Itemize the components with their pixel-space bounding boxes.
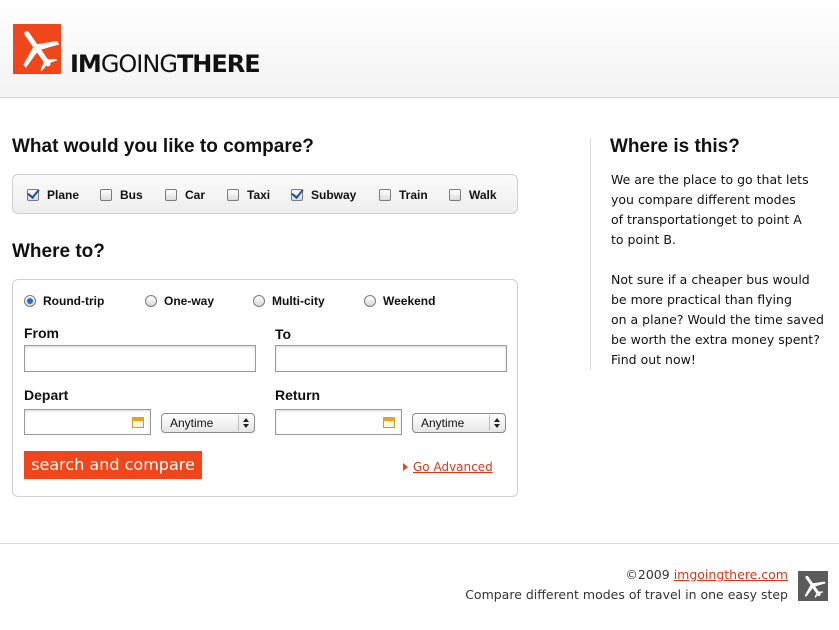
mode-label: Taxi (247, 188, 271, 202)
trip-multi-city-radio[interactable] (253, 295, 265, 307)
select-arrows-icon (489, 415, 501, 431)
footer-copyright: ©2009 imgoingthere.com (625, 567, 788, 582)
mode-label: Subway (311, 188, 357, 202)
return-date-input[interactable] (276, 410, 376, 434)
trip-round-trip[interactable]: Round-trip (24, 294, 104, 308)
flight-search-form: Round-trip One-way Multi-city Weekend Fr… (12, 279, 518, 497)
about-line: to point B. (611, 232, 676, 247)
trip-label: Weekend (383, 294, 436, 308)
mode-plane-checkbox[interactable] (27, 189, 39, 201)
arrow-right-icon (403, 463, 408, 471)
trip-label: Round-trip (43, 294, 105, 308)
footer-divider (0, 543, 839, 544)
to-input[interactable] (275, 345, 507, 372)
mode-walk[interactable]: Walk (449, 187, 497, 203)
airplane-icon[interactable] (13, 24, 61, 74)
transport-mode-panel: Plane Bus Car Taxi Subway Train Walk (12, 174, 518, 214)
about-heading: Where is this? (610, 136, 740, 157)
mode-train-checkbox[interactable] (379, 189, 391, 201)
mode-walk-checkbox[interactable] (449, 189, 461, 201)
calendar-icon[interactable] (383, 417, 395, 428)
site-header: IMGOINGTHERE (0, 0, 839, 98)
about-line: you compare different modes (611, 192, 796, 207)
return-date-field[interactable] (275, 409, 402, 435)
about-line: be more practical than flying (611, 292, 792, 307)
go-advanced-link[interactable]: Go Advanced (403, 460, 493, 474)
from-input[interactable] (24, 345, 256, 372)
mode-bus[interactable]: Bus (100, 187, 143, 203)
trip-label: One-way (164, 294, 215, 308)
airplane-icon[interactable] (798, 571, 828, 601)
mode-taxi[interactable]: Taxi (227, 187, 270, 203)
trip-round-trip-radio[interactable] (24, 295, 36, 307)
logo-part-going: GOING (100, 50, 178, 78)
site-logo[interactable]: IMGOINGTHERE (70, 50, 261, 78)
trip-one-way[interactable]: One-way (145, 294, 214, 308)
compare-heading: What would you like to compare? (12, 136, 314, 157)
mode-label: Plane (47, 188, 80, 202)
mode-label: Car (185, 188, 206, 202)
from-label: From (24, 325, 59, 341)
mode-label: Walk (469, 188, 497, 202)
mode-subway-checkbox[interactable] (291, 189, 303, 201)
depart-time-value: Anytime (170, 416, 214, 430)
return-time-value: Anytime (421, 416, 465, 430)
search-and-compare-button[interactable]: search and compare (24, 451, 202, 479)
mode-car-checkbox[interactable] (165, 189, 177, 201)
mode-train[interactable]: Train (379, 187, 428, 203)
footer-site-link[interactable]: imgoingthere.com (674, 567, 788, 582)
about-line: We are the place to go that lets (611, 172, 809, 187)
trip-one-way-radio[interactable] (145, 295, 157, 307)
trip-multi-city[interactable]: Multi-city (253, 294, 325, 308)
about-line: be worth the extra money spent? (611, 332, 820, 347)
to-label: To (275, 326, 292, 342)
logo-part-im: IM (70, 50, 102, 78)
return-label: Return (275, 387, 321, 403)
mode-taxi-checkbox[interactable] (227, 189, 239, 201)
search-heading: Where to? (12, 241, 105, 262)
mode-bus-checkbox[interactable] (100, 189, 112, 201)
return-time-select[interactable]: Anytime (412, 413, 506, 433)
calendar-icon[interactable] (132, 417, 144, 428)
logo-part-there: THERE (176, 50, 261, 78)
depart-time-select[interactable]: Anytime (161, 413, 255, 433)
mode-subway[interactable]: Subway (291, 187, 356, 203)
copyright-text: ©2009 (625, 567, 670, 582)
footer-tagline: Compare different modes of travel in one… (465, 587, 788, 602)
about-line: Not sure if a cheaper bus would (611, 272, 810, 287)
mode-label: Bus (120, 188, 143, 202)
mode-plane[interactable]: Plane (27, 187, 79, 203)
depart-date-field[interactable] (24, 409, 151, 435)
about-paragraph-2: Not sure if a cheaper bus would be more … (611, 270, 824, 370)
mode-label: Train (399, 188, 428, 202)
about-paragraph-1: We are the place to go that lets you com… (611, 170, 809, 250)
depart-date-input[interactable] (25, 410, 125, 434)
trip-weekend-radio[interactable] (364, 295, 376, 307)
select-arrows-icon (238, 415, 250, 431)
about-line: of transportationget to point A (611, 212, 802, 227)
depart-label: Depart (24, 387, 69, 403)
column-divider (590, 138, 591, 370)
go-advanced-label: Go Advanced (413, 460, 493, 474)
trip-label: Multi-city (272, 294, 325, 308)
about-line: Find out now! (611, 352, 696, 367)
mode-car[interactable]: Car (165, 187, 205, 203)
trip-weekend[interactable]: Weekend (364, 294, 435, 308)
about-line: on a plane? Would the time saved (611, 312, 824, 327)
